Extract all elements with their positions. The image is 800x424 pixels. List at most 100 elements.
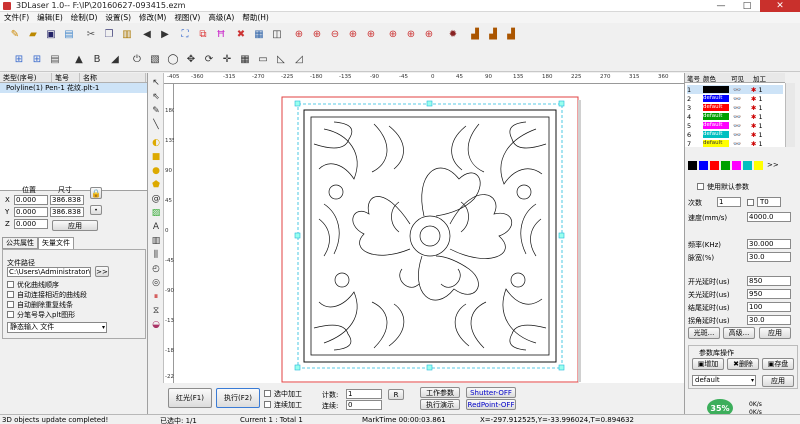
tab-vector[interactable]: 矢量文件 — [38, 237, 74, 249]
execute-button[interactable]: 执行(F2) — [216, 388, 260, 408]
col-pen[interactable]: 笔号 — [52, 73, 80, 82]
mirror-icon[interactable]: ◫ — [270, 27, 284, 41]
menu-edit[interactable]: 编辑(E) — [37, 12, 63, 23]
open-folder-icon[interactable]: ▰ — [26, 27, 40, 41]
pen-row[interactable]: 2 default 👓 ✱ 1 — [687, 94, 783, 103]
clock-icon[interactable]: ◴ — [150, 263, 162, 275]
spot-button[interactable]: 光斑... — [688, 327, 720, 339]
shutter-button[interactable]: Shutter-OFF — [466, 387, 516, 398]
add-param-button[interactable]: ▣ 增加 — [692, 358, 724, 370]
zoom-reset-icon[interactable]: ⊕ — [422, 27, 436, 41]
visible-icon[interactable]: 👓 — [729, 131, 751, 139]
distort-icon[interactable]: ◿ — [292, 52, 306, 66]
count-input[interactable] — [346, 389, 382, 399]
shape-icon[interactable]: ◺ — [274, 52, 288, 66]
opt-dedupe-checkbox[interactable] — [7, 301, 14, 308]
delay-icon[interactable]: ⧖ — [150, 305, 162, 317]
zoom-fit-icon[interactable]: ⊕ — [346, 27, 360, 41]
tools-icon[interactable]: ✖ — [234, 27, 248, 41]
duty-input[interactable] — [747, 252, 791, 262]
anchor-icon[interactable]: • — [90, 205, 102, 215]
polygon-icon[interactable]: ⬟ — [150, 179, 162, 191]
on-delay-input[interactable] — [747, 276, 791, 286]
delete-param-button[interactable]: ✖ 删除 — [727, 358, 759, 370]
tab-common[interactable]: 公共属性 — [2, 237, 38, 249]
window-icon[interactable]: ▭ — [256, 52, 270, 66]
lock-ratio-icon[interactable]: 🔒 — [90, 187, 102, 199]
library-apply-button[interactable]: 应用 — [762, 375, 794, 387]
visible-icon[interactable]: 👓 — [729, 104, 751, 112]
rotate-icon[interactable]: ⟳ — [202, 52, 216, 66]
menu-view[interactable]: 视图(V) — [174, 12, 200, 23]
menu-settings[interactable]: 设置(S) — [105, 12, 131, 23]
menu-advanced[interactable]: 高级(A) — [208, 12, 234, 23]
t0-checkbox[interactable] — [747, 199, 754, 206]
pointer-icon[interactable]: ↖ — [150, 77, 162, 89]
pen-row[interactable]: 5 default 👓 ✱ 1 — [687, 121, 783, 130]
zoom-selection-icon[interactable]: ⊕ — [364, 27, 378, 41]
barcode-icon[interactable]: ▥ — [150, 235, 162, 247]
align-icon[interactable]: Ħ — [214, 27, 228, 41]
ellipse-icon[interactable]: ◐ — [150, 137, 162, 149]
pen-icon[interactable]: ✎ — [150, 105, 162, 117]
move-icon[interactable]: ✥ — [184, 52, 198, 66]
close-button[interactable]: ✕ — [760, 0, 800, 12]
palette-swatch[interactable] — [721, 161, 730, 170]
process-icon[interactable]: ✱ — [751, 140, 756, 148]
work-param-button[interactable]: 工作参数 — [420, 387, 460, 398]
redo-icon[interactable]: ▶ — [158, 27, 172, 41]
redpoint-button[interactable]: RedPoint-OFF — [466, 399, 516, 410]
select-all-icon[interactable]: ⛶ — [178, 27, 192, 41]
menu-draw[interactable]: 绘制(D) — [71, 12, 98, 23]
visible-icon[interactable]: 👓 — [729, 140, 751, 148]
menu-file[interactable]: 文件(F) — [4, 12, 29, 23]
import-mode-select[interactable]: 静态输入 文件 ▾ — [7, 322, 107, 333]
device3-icon[interactable]: ▟ — [504, 27, 518, 41]
paste-icon[interactable]: ▥ — [120, 27, 134, 41]
laser-icon[interactable]: ✹ — [446, 27, 460, 41]
size-w-input[interactable] — [50, 195, 84, 205]
visible-icon[interactable]: 👓 — [729, 122, 751, 130]
visible-icon[interactable]: 👓 — [729, 95, 751, 103]
pen-row[interactable]: 6 default 👓 ✱ 1 — [687, 130, 783, 139]
advanced-button[interactable]: 高级... — [723, 327, 755, 339]
pen-row[interactable]: 3 default 👓 ✱ 1 — [687, 103, 783, 112]
drawing-canvas[interactable] — [174, 84, 684, 383]
process-icon[interactable]: ✱ — [751, 86, 756, 94]
selected-process-checkbox[interactable] — [264, 390, 271, 397]
pos-y-input[interactable] — [14, 207, 48, 217]
col-name[interactable]: 名称 — [80, 73, 146, 82]
opt-connect-checkbox[interactable] — [7, 291, 14, 298]
process-icon[interactable]: ✱ — [751, 131, 756, 139]
new-file-icon[interactable]: ✎ — [8, 27, 22, 41]
undo-icon[interactable]: ◀ — [140, 27, 154, 41]
panel-icon[interactable]: ▦ — [238, 52, 252, 66]
param-library-select[interactable]: default ▾ — [692, 375, 756, 386]
cam-icon[interactable]: ◒ — [150, 319, 162, 331]
node-select-icon[interactable]: ⊞ — [30, 52, 44, 66]
process-icon[interactable]: ✱ — [751, 113, 756, 121]
object-row[interactable]: Polyline(1) Pen-1 花纹.plt-1 — [0, 83, 147, 93]
continue-input[interactable] — [346, 400, 382, 410]
freq-input[interactable] — [747, 239, 791, 249]
count-param-input[interactable] — [717, 197, 741, 207]
print-icon[interactable]: ▤ — [62, 27, 76, 41]
copy-icon[interactable]: ❐ — [102, 27, 116, 41]
device2-icon[interactable]: ▟ — [486, 27, 500, 41]
palette-swatch[interactable] — [732, 161, 741, 170]
palette-swatch[interactable] — [743, 161, 752, 170]
exec-demo-button[interactable]: 执行演示 — [420, 399, 460, 410]
visible-icon[interactable]: 👓 — [729, 113, 751, 121]
size-h-input[interactable] — [50, 207, 84, 217]
col-type[interactable]: 类型(序号) — [0, 73, 52, 82]
io-icon[interactable]: ⏸ — [150, 291, 162, 303]
vertical-text-icon[interactable]: ⫼ — [150, 249, 162, 261]
palette-more-button[interactable]: >> — [767, 161, 779, 171]
process-icon[interactable]: ✱ — [751, 104, 756, 112]
text-icon[interactable]: A — [150, 221, 162, 233]
pos-apply-button[interactable]: 应用 — [52, 220, 98, 231]
maximize-button[interactable]: □ — [734, 0, 760, 12]
process-icon[interactable]: ✱ — [751, 95, 756, 103]
spiral-icon[interactable]: @ — [150, 193, 162, 205]
bucket-icon[interactable]: ◢ — [108, 52, 122, 66]
